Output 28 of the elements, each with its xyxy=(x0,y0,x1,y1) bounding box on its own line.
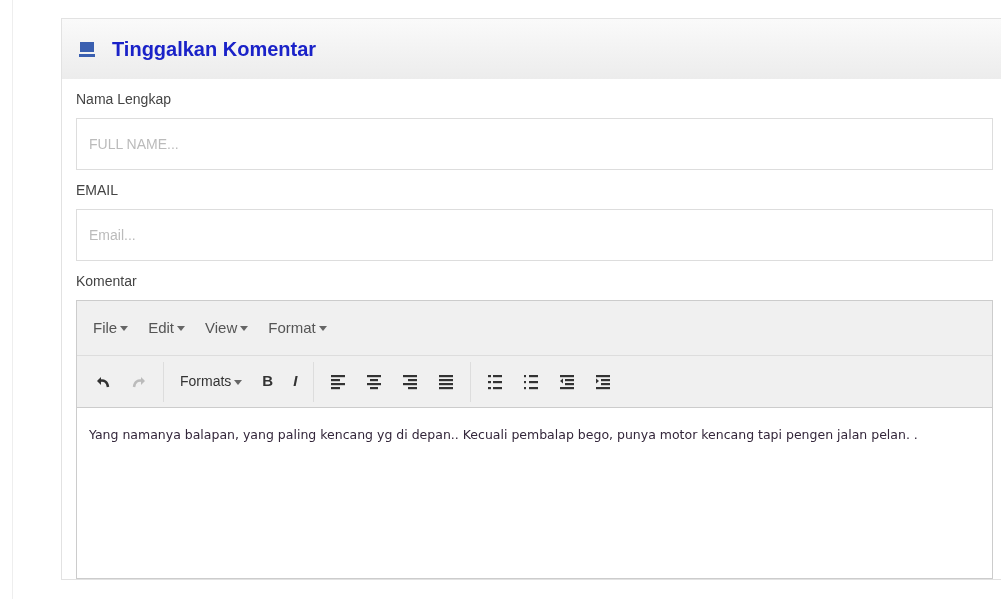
menu-item[interactable]: View xyxy=(199,312,255,344)
align-right-icon xyxy=(402,373,419,390)
menu-item[interactable]: File xyxy=(87,312,135,344)
field-label: Nama Lengkap xyxy=(76,90,172,109)
indent-icon xyxy=(595,373,612,390)
outdent-icon xyxy=(559,373,576,390)
italic-button[interactable]: I xyxy=(285,366,306,397)
text-field[interactable]: Email... xyxy=(76,209,993,261)
bold-button[interactable]: B xyxy=(254,366,282,397)
monitor-icon xyxy=(78,40,96,58)
panel-title: Tinggalkan Komentar xyxy=(112,37,317,62)
align-left-icon xyxy=(330,373,347,390)
caret-icon xyxy=(240,326,249,332)
menu-item[interactable]: Format xyxy=(262,312,333,344)
caret-icon xyxy=(318,326,327,332)
caret-icon xyxy=(177,326,186,332)
comment-text: Yang namanya balapan, yang paling kencang yg di depan.. Kecuali pembalap bego, punya motor kencang tapi pengen jalan pelan. . xyxy=(88,426,919,444)
numbered-list-icon xyxy=(523,373,540,390)
align-justify-icon xyxy=(438,373,455,390)
menu-item[interactable]: Edit xyxy=(142,312,192,344)
align-center-icon xyxy=(366,373,383,390)
field-label: EMAIL xyxy=(76,181,119,200)
field-label: Komentar xyxy=(76,272,138,291)
caret-icon xyxy=(120,326,129,332)
formats-dropdown[interactable]: Formats xyxy=(172,367,251,396)
bulleted-list-icon xyxy=(487,373,504,390)
caret-icon xyxy=(234,379,243,385)
text-field[interactable]: FULL NAME... xyxy=(76,118,993,170)
